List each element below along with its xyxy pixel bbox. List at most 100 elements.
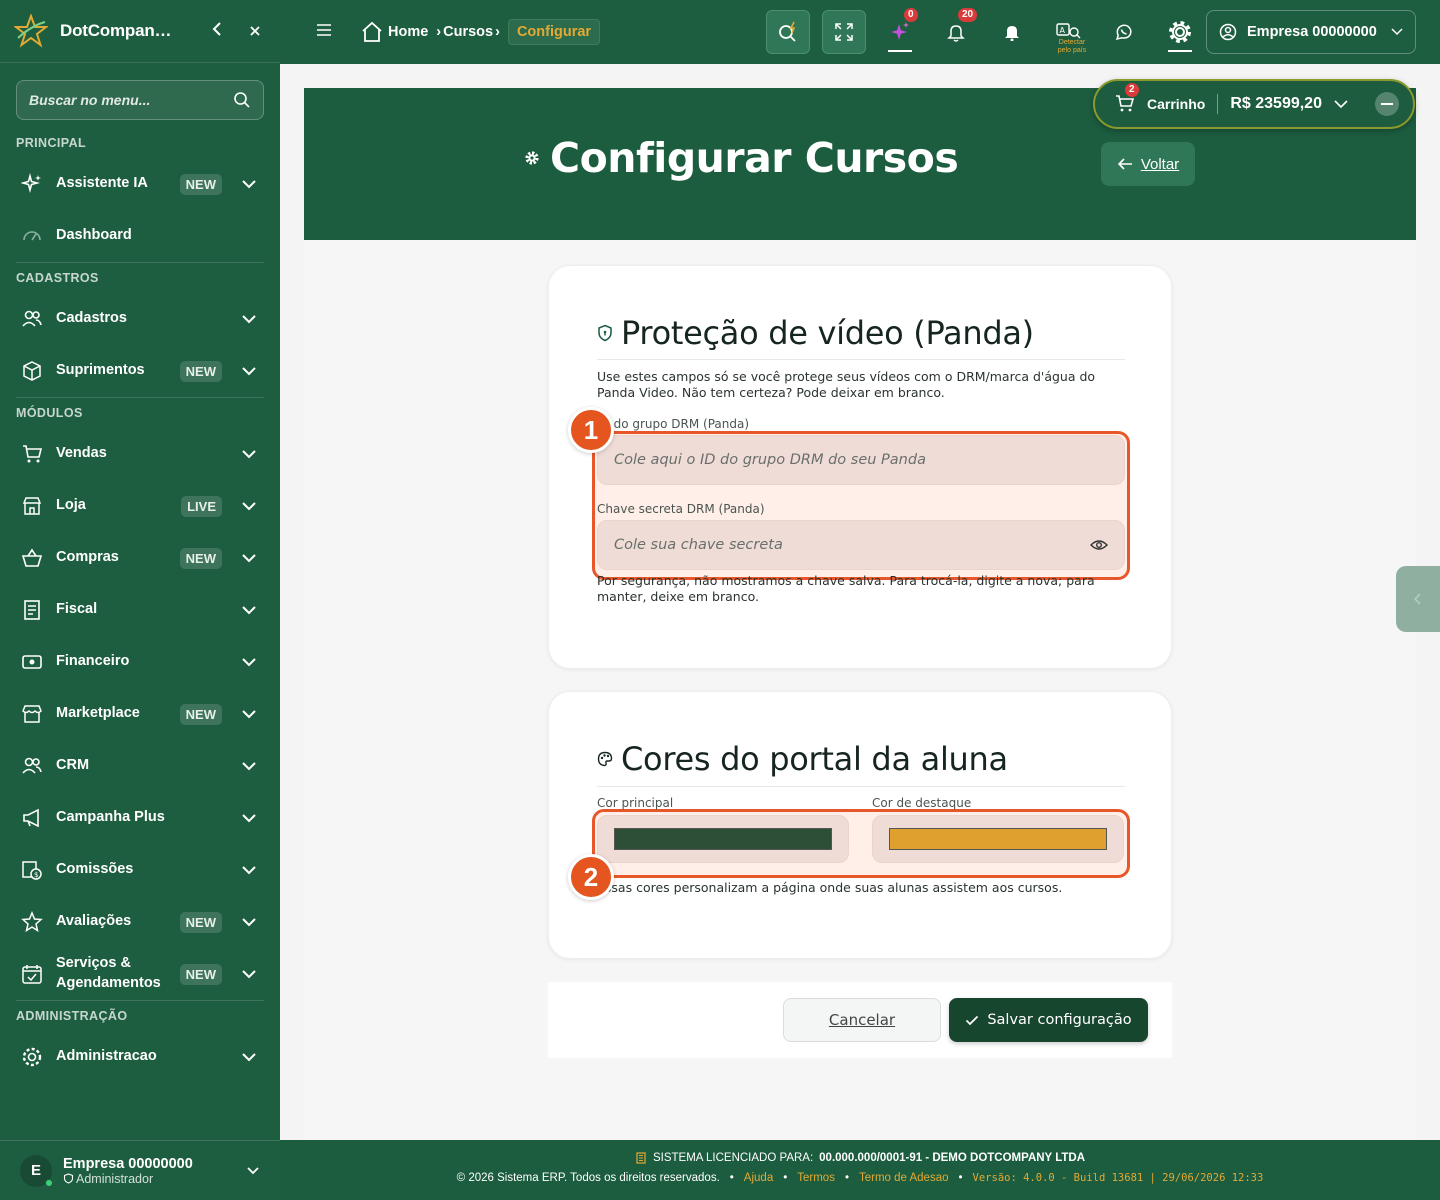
cart-total: R$ 23599,20 bbox=[1230, 95, 1322, 112]
help-link[interactable]: Ajuda bbox=[744, 1172, 773, 1184]
terms-link[interactable]: Termos bbox=[797, 1172, 835, 1184]
drm-secret-help: Por segurança, não mostramos a chave sal… bbox=[597, 573, 1095, 604]
company-name: Empresa 00000000 bbox=[1247, 24, 1377, 40]
breadcrumb-home[interactable]: Home bbox=[360, 20, 428, 44]
detect-country-label: Detectar pelo país bbox=[1057, 39, 1087, 54]
gear-icon bbox=[1169, 21, 1191, 43]
chevron-down-icon bbox=[247, 1166, 259, 1174]
close-sidebar-button[interactable] bbox=[244, 21, 266, 42]
ai-button[interactable]: 0 bbox=[878, 8, 922, 54]
sidebar-item-compras[interactable]: Compras NEW bbox=[0, 532, 280, 584]
shield-icon bbox=[63, 1173, 74, 1184]
menu-search-input[interactable] bbox=[29, 92, 233, 108]
sidebar-item-vendas[interactable]: Vendas bbox=[0, 428, 280, 480]
alerts-button[interactable] bbox=[990, 10, 1034, 54]
topbar-actions: 0 20 A Detectar pelo país bbox=[766, 8, 1214, 54]
new-badge: NEW bbox=[179, 547, 222, 569]
breadcrumb-current: Configurar bbox=[507, 19, 601, 45]
drm-secret-label: Chave secreta DRM (Panda) bbox=[597, 502, 765, 516]
notifications-button[interactable]: 20 bbox=[934, 8, 978, 54]
company-selector[interactable]: Empresa 00000000 bbox=[1206, 10, 1416, 54]
bullet: • bbox=[844, 1172, 849, 1184]
save-button[interactable]: Salvar configuração bbox=[949, 998, 1148, 1042]
colors-help: Essas cores personalizam a página onde s… bbox=[597, 880, 1063, 895]
adhesion-terms-link[interactable]: Termo de Adesao bbox=[859, 1172, 949, 1184]
quick-search-button[interactable] bbox=[766, 10, 810, 54]
side-panel-toggle[interactable] bbox=[1396, 566, 1440, 632]
svg-text:A: A bbox=[1060, 26, 1066, 35]
sidebar-item-comissoes[interactable]: $ Comissões bbox=[0, 844, 280, 896]
search-icon[interactable] bbox=[233, 91, 251, 109]
eye-icon[interactable] bbox=[1090, 539, 1108, 551]
user-menu[interactable]: E Empresa 00000000 Administrador bbox=[0, 1140, 280, 1200]
back-button[interactable]: Voltar bbox=[1101, 142, 1195, 186]
user-role-label: Administrador bbox=[76, 1171, 154, 1186]
sidebar-item-administracao[interactable]: Administracao bbox=[0, 1031, 280, 1083]
sidebar-item-marketplace[interactable]: Marketplace NEW bbox=[0, 688, 280, 740]
check-icon bbox=[966, 1015, 979, 1025]
settings-button[interactable] bbox=[1158, 10, 1202, 54]
commission-icon: $ bbox=[20, 858, 44, 882]
footer-links: © 2026 Sistema ERP. Todos os direitos re… bbox=[280, 1172, 1440, 1184]
users-icon bbox=[20, 754, 44, 778]
portal-colors-card: Cores do portal da aluna Cor principal C… bbox=[548, 691, 1172, 959]
sidebar-item-servicos-agendamentos[interactable]: Serviços & Agendamentos NEW bbox=[0, 948, 280, 1000]
accent-color-picker[interactable] bbox=[872, 815, 1124, 863]
save-button-label: Salvar configuração bbox=[987, 1012, 1132, 1028]
cancel-button[interactable]: Cancelar bbox=[783, 998, 941, 1042]
building-icon bbox=[636, 1152, 646, 1164]
sidebar-item-label: Avaliações bbox=[56, 913, 132, 930]
new-badge: NEW bbox=[179, 173, 222, 195]
chevron-down-icon bbox=[238, 761, 260, 771]
shield-icon bbox=[598, 324, 612, 342]
drm-secret-input[interactable] bbox=[614, 537, 1090, 553]
avatar: E bbox=[20, 1154, 53, 1187]
colors-section-title: Cores do portal da aluna bbox=[597, 740, 1008, 778]
sidebar-item-label: Loja bbox=[56, 497, 86, 514]
breadcrumb-cursos[interactable]: Cursos bbox=[443, 24, 493, 40]
document-icon bbox=[20, 598, 44, 622]
sidebar-item-dashboard[interactable]: Dashboard bbox=[0, 210, 280, 262]
whatsapp-button[interactable] bbox=[1102, 10, 1146, 54]
primary-color-picker[interactable] bbox=[597, 815, 849, 863]
floating-cart[interactable]: 2 Carrinho R$ 23599,20 bbox=[1093, 79, 1415, 129]
sidebar-item-crm[interactable]: CRM bbox=[0, 740, 280, 792]
detect-country-button[interactable]: A Detectar pelo país bbox=[1046, 10, 1090, 54]
new-badge: NEW bbox=[179, 911, 222, 933]
section-cadastros: CADASTROS bbox=[16, 271, 99, 285]
sidebar-item-suprimentos[interactable]: Suprimentos NEW bbox=[0, 345, 280, 397]
chevron-down-icon bbox=[238, 917, 260, 927]
brand-header: DotCompan… bbox=[0, 0, 280, 63]
minimize-cart-button[interactable] bbox=[1375, 92, 1399, 116]
sidebar-item-financeiro[interactable]: Financeiro bbox=[0, 636, 280, 688]
search-bolt-icon bbox=[779, 21, 796, 42]
chevron-down-icon[interactable] bbox=[1334, 99, 1348, 109]
collapse-sidebar-button[interactable] bbox=[206, 21, 228, 42]
chevron-down-icon bbox=[238, 366, 260, 376]
hamburger-icon bbox=[317, 23, 331, 36]
bullet: • bbox=[783, 1172, 788, 1184]
drm-group-input[interactable] bbox=[614, 452, 1108, 468]
sidebar-item-fiscal[interactable]: Fiscal bbox=[0, 584, 280, 636]
active-underline bbox=[1168, 50, 1192, 52]
sidebar-item-campanha-plus[interactable]: Campanha Plus bbox=[0, 792, 280, 844]
live-badge: LIVE bbox=[181, 495, 222, 517]
close-icon bbox=[250, 25, 260, 36]
chevron-down-icon bbox=[238, 179, 260, 189]
sidebar-item-cadastros[interactable]: Cadastros bbox=[0, 293, 280, 345]
svg-text:$: $ bbox=[34, 871, 38, 879]
license-prefix: SISTEMA LICENCIADO PARA: bbox=[652, 1152, 814, 1164]
section-principal: PRINCIPAL bbox=[16, 136, 87, 150]
chevron-down-icon bbox=[238, 969, 260, 979]
sidebar-item-loja[interactable]: Loja LIVE bbox=[0, 480, 280, 532]
chevron-down-icon bbox=[238, 605, 260, 615]
section-administracao: ADMINISTRAÇÃO bbox=[16, 1009, 128, 1023]
hamburger-menu-button[interactable] bbox=[316, 23, 340, 42]
fullscreen-button[interactable] bbox=[822, 10, 866, 54]
breadcrumb-separator: › bbox=[436, 24, 442, 40]
sidebar-item-avaliacoes[interactable]: Avaliações NEW bbox=[0, 896, 280, 948]
gear-icon bbox=[20, 1045, 44, 1069]
bullet: • bbox=[729, 1172, 734, 1184]
colors-title-text: Cores do portal da aluna bbox=[621, 740, 1008, 778]
sidebar-item-assistente-ia[interactable]: Assistente IA NEW bbox=[0, 158, 280, 210]
